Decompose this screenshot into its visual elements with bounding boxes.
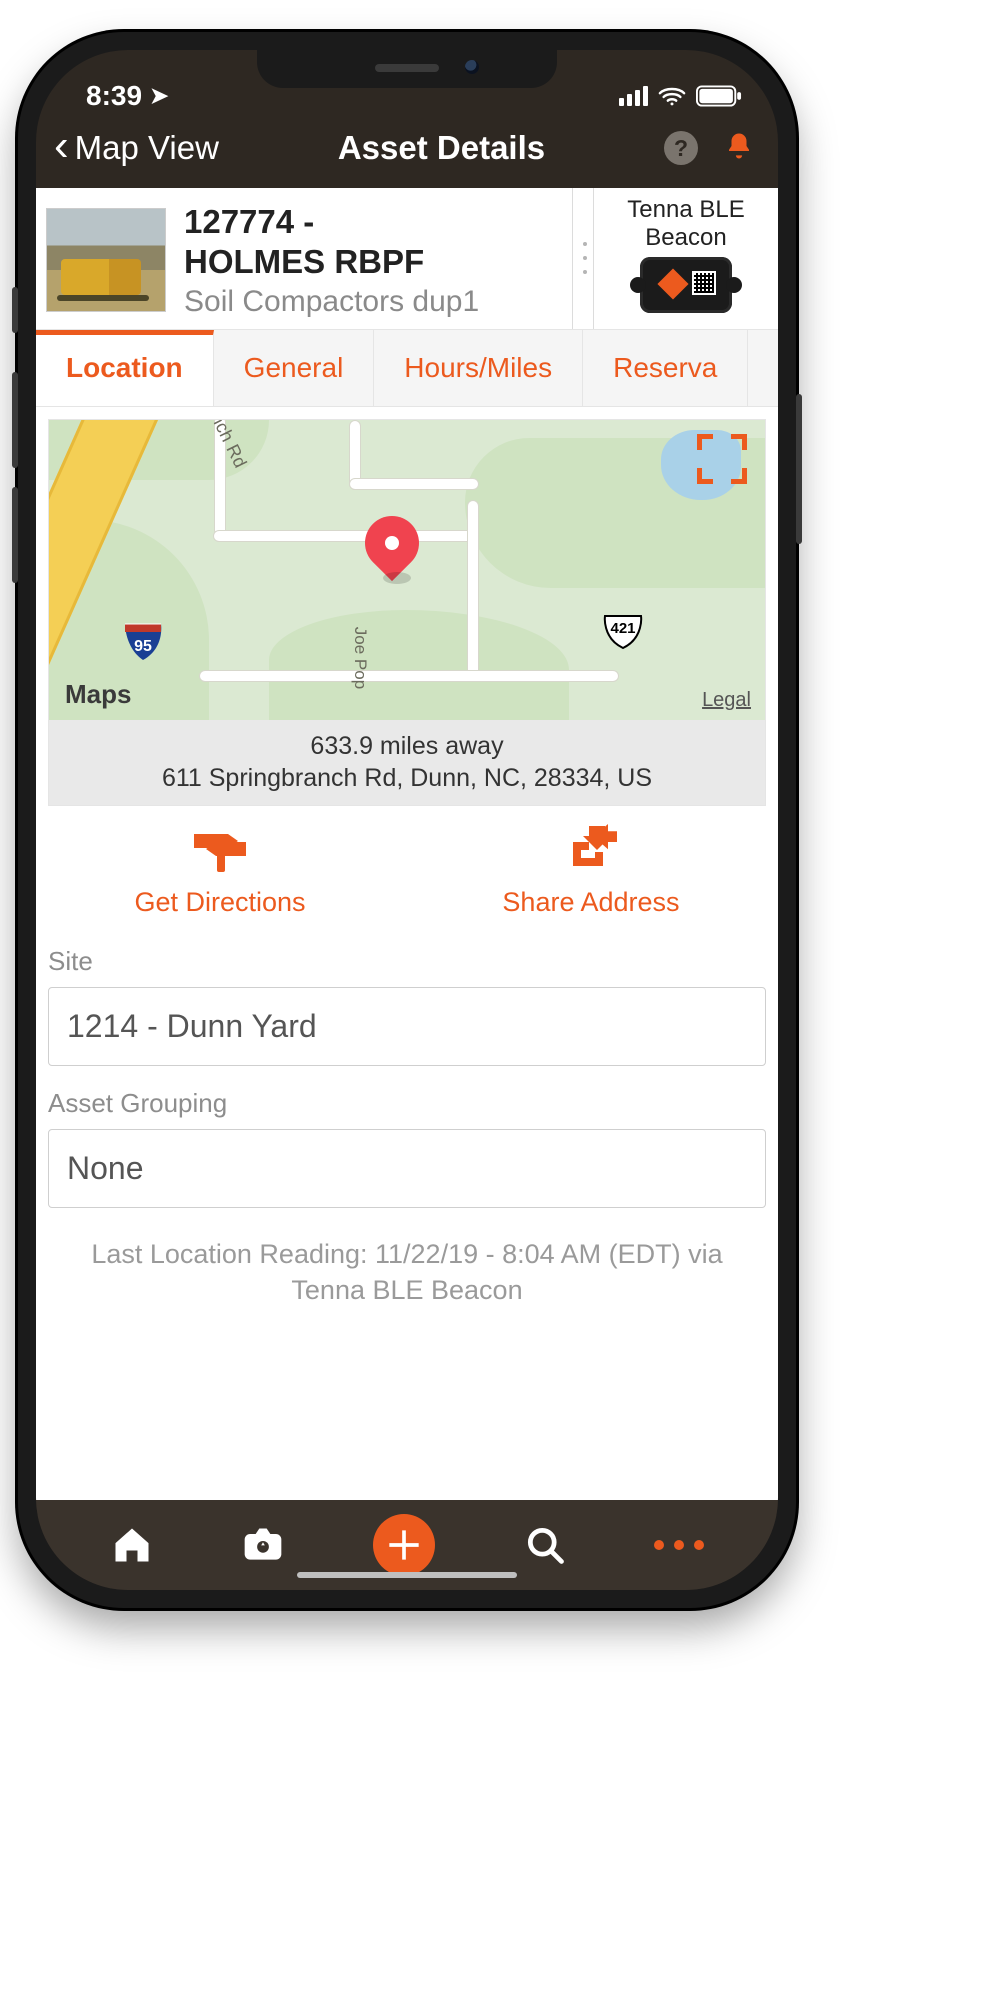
map-card: nch Rd Joe Pop 95 421 <box>48 419 766 806</box>
map-provider-label: Maps <box>61 679 131 710</box>
location-services-icon: ➤ <box>150 83 168 109</box>
map-actions: Get Directions Share Address <box>36 806 778 938</box>
mute-switch <box>12 287 18 333</box>
nav-header: ‹ Map View Asset Details ? <box>36 114 778 188</box>
interstate-shield-icon: 95 <box>121 618 165 662</box>
get-directions-label: Get Directions <box>134 887 305 918</box>
tabs: Location General Hours/Miles Reserva <box>36 330 778 407</box>
asset-category: Soil Compactors dup1 <box>184 285 479 319</box>
asset-title: 127774 - HOLMES RBPF <box>184 202 479 283</box>
tracker-cell[interactable]: Tenna BLEBeacon <box>594 188 778 329</box>
battery-icon <box>696 85 742 107</box>
beacon-icon <box>640 257 732 313</box>
notifications-icon[interactable] <box>724 131 754 166</box>
fullscreen-icon[interactable] <box>697 434 747 484</box>
chevron-left-icon: ‹ <box>54 124 69 168</box>
cellular-icon <box>619 86 648 106</box>
map-legal-link[interactable]: Legal <box>702 689 751 712</box>
power-button <box>796 394 802 544</box>
camera-icon <box>241 1523 285 1567</box>
tab-reservations[interactable]: Reserva <box>583 330 748 406</box>
help-icon[interactable]: ? <box>664 131 698 165</box>
last-reading: Last Location Reading: 11/22/19 - 8:04 A… <box>36 1222 778 1309</box>
content: 127774 - HOLMES RBPF Soil Compactors dup… <box>36 188 778 1500</box>
phone-frame: 8:39 ➤ <box>18 32 796 1608</box>
share-address-label: Share Address <box>502 887 679 918</box>
tab-more[interactable] <box>654 1540 704 1550</box>
share-address-button[interactable]: Share Address <box>502 824 679 918</box>
tab-add[interactable] <box>373 1514 435 1576</box>
us-route-shield-icon: 421 <box>601 608 645 652</box>
distance-text: 633.9 miles away <box>57 730 757 763</box>
volume-up <box>12 372 18 468</box>
asset-header: 127774 - HOLMES RBPF Soil Compactors dup… <box>36 188 778 330</box>
status-time: 8:39 <box>86 80 142 112</box>
grouping-label: Asset Grouping <box>48 1088 766 1119</box>
road-label: Joe Pop <box>350 626 370 688</box>
share-icon <box>563 824 619 881</box>
directions-icon <box>192 824 248 881</box>
volume-down <box>12 487 18 583</box>
tab-hours-miles[interactable]: Hours/Miles <box>374 330 583 406</box>
drag-handle-icon[interactable] <box>572 188 594 329</box>
address-bar: 633.9 miles away 611 Springbranch Rd, Du… <box>49 720 765 805</box>
asset-thumbnail[interactable] <box>46 208 166 312</box>
page-title: Asset Details <box>338 129 545 167</box>
site-field-block: Site 1214 - Dunn Yard <box>36 946 778 1080</box>
site-field[interactable]: 1214 - Dunn Yard <box>48 987 766 1066</box>
grouping-field[interactable]: None <box>48 1129 766 1208</box>
home-icon <box>110 1523 154 1567</box>
tab-search[interactable] <box>523 1523 567 1567</box>
back-button[interactable]: ‹ Map View <box>54 126 219 170</box>
search-icon <box>523 1523 567 1567</box>
wifi-icon <box>658 85 686 107</box>
tab-general[interactable]: General <box>214 330 375 406</box>
home-indicator[interactable] <box>297 1572 517 1578</box>
tab-location[interactable]: Location <box>36 330 214 406</box>
notch <box>257 50 557 88</box>
more-icon <box>654 1540 704 1550</box>
tab-home[interactable] <box>110 1523 154 1567</box>
map[interactable]: nch Rd Joe Pop 95 421 <box>49 420 765 720</box>
site-label: Site <box>48 946 766 977</box>
address-text: 611 Springbranch Rd, Dunn, NC, 28334, US <box>57 762 757 795</box>
screen: 8:39 ➤ <box>36 50 778 1590</box>
grouping-field-block: Asset Grouping None <box>36 1088 778 1222</box>
get-directions-button[interactable]: Get Directions <box>134 824 305 918</box>
map-pin-icon <box>365 516 419 570</box>
tab-scan[interactable] <box>241 1523 285 1567</box>
tracker-label: Tenna BLEBeacon <box>627 196 744 251</box>
plus-icon <box>382 1523 426 1567</box>
back-label: Map View <box>75 129 219 167</box>
